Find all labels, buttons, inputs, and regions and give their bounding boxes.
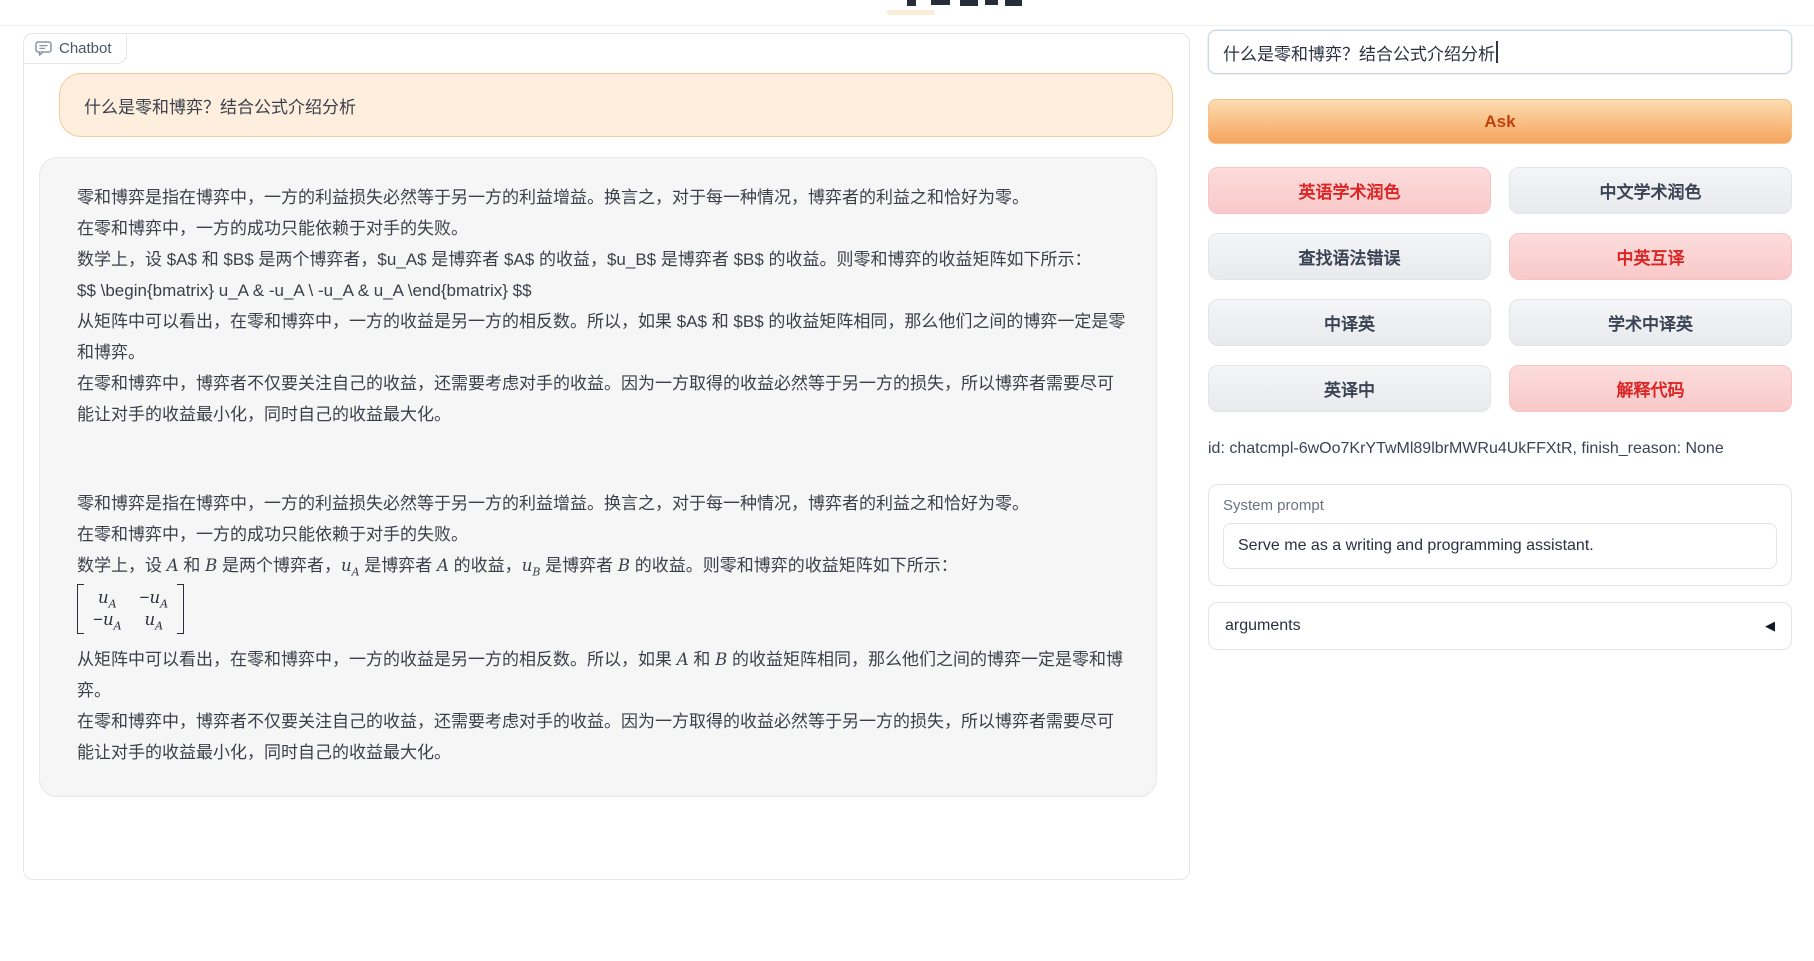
bot-message-bubble: 零和博弈是指在博弈中，一方的利益损失必然等于另一方的利益增益。换言之，对于每一种…: [39, 157, 1157, 797]
bot-paragraph: 零和博弈是指在博弈中，一方的利益损失必然等于另一方的利益增益。换言之，对于每一种…: [77, 182, 1126, 213]
control-column: 什么是零和博弈？结合公式介绍分析 Ask 英语学术润色中文学术润色查找语法错误中…: [1208, 30, 1792, 650]
user-message-bubble: 什么是零和博弈？结合公式介绍分析: [59, 73, 1173, 137]
system-prompt-label: System prompt: [1223, 497, 1777, 514]
bot-paragraph: 零和博弈是指在博弈中，一方的利益损失必然等于另一方的利益增益。换言之，对于每一种…: [77, 488, 1126, 519]
bot-paragraph: 在零和博弈中，一方的成功只能依赖于对手的失败。: [77, 519, 1126, 550]
system-prompt-value: Serve me as a writing and programming as…: [1238, 537, 1594, 555]
english-to-chinese-button[interactable]: 英译中: [1208, 365, 1491, 412]
top-divider: [0, 25, 1814, 26]
arguments-accordion[interactable]: arguments ◀: [1208, 602, 1792, 650]
clipped-page-title: [905, 0, 1027, 8]
bot-paragraph-math: 从矩阵中可以看出，在零和博弈中，一方的收益是另一方的相反数。所以，如果 A 和 …: [77, 644, 1126, 706]
academic-chinese-to-english-button[interactable]: 学术中译英: [1509, 299, 1792, 346]
system-prompt-input[interactable]: Serve me as a writing and programming as…: [1223, 523, 1777, 569]
chat-message-list: 什么是零和博弈？结合公式介绍分析 零和博弈是指在博弈中，一方的利益损失必然等于另…: [24, 34, 1189, 797]
system-prompt-group: System prompt Serve me as a writing and …: [1208, 484, 1792, 586]
bot-paragraph: $$ \begin{bmatrix} u_A & -u_A \ -u_A & u…: [77, 275, 1126, 306]
bot-paragraph: 在零和博弈中，博弈者不仅要关注自己的收益，还需要考虑对手的收益。因为一方取得的收…: [77, 368, 1126, 430]
question-input-value: 什么是零和博弈？结合公式介绍分析: [1223, 40, 1495, 65]
find-grammar-errors-button[interactable]: 查找语法错误: [1208, 233, 1491, 280]
ask-button[interactable]: Ask: [1208, 99, 1792, 144]
question-input[interactable]: 什么是零和博弈？结合公式介绍分析: [1208, 30, 1792, 74]
chatbot-panel: Chatbot 什么是零和博弈？结合公式介绍分析 零和博弈是指在博弈中，一方的利…: [23, 33, 1190, 880]
bot-rendered-matrix: uA−uA−uAuA: [77, 581, 1126, 644]
english-academic-polish-button[interactable]: 英语学术润色: [1208, 167, 1491, 214]
bot-paragraph: 在零和博弈中，一方的成功只能依赖于对手的失败。: [77, 213, 1126, 244]
chatbot-label-text: Chatbot: [59, 40, 112, 57]
collapse-triangle-icon: ◀: [1765, 618, 1775, 634]
bot-paragraph: 数学上，设 $A$ 和 $B$ 是两个博弈者，$u_A$ 是博弈者 $A$ 的收…: [77, 244, 1126, 275]
chatbot-label: Chatbot: [23, 33, 127, 64]
chinese-academic-polish-button[interactable]: 中文学术润色: [1509, 167, 1792, 214]
arguments-accordion-label: arguments: [1225, 617, 1301, 635]
bot-paragraph: 从矩阵中可以看出，在零和博弈中，一方的收益是另一方的相反数。所以，如果 $A$ …: [77, 306, 1126, 368]
text-cursor: [1496, 41, 1498, 63]
chinese-english-mutual-translate-button[interactable]: 中英互译: [1509, 233, 1792, 280]
chat-bubble-icon: [35, 41, 52, 56]
bot-paragraph-math: 数学上，设 A 和 B 是两个博弈者，uA 是博弈者 A 的收益，uB 是博弈者…: [77, 550, 1126, 581]
function-button-grid: 英语学术润色中文学术润色查找语法错误中英互译中译英学术中译英英译中解释代码: [1208, 167, 1792, 412]
clipped-title-highlight: [887, 10, 935, 15]
bot-paragraph: 在零和博弈中，博弈者不仅要关注自己的收益，还需要考虑对手的收益。因为一方取得的收…: [77, 706, 1126, 768]
bot-paragraph-gap: [77, 430, 1126, 488]
user-message-text: 什么是零和博弈？结合公式介绍分析: [84, 93, 356, 118]
explain-code-button[interactable]: 解释代码: [1509, 365, 1792, 412]
status-line: id: chatcmpl-6wOo7KrYTwMl89lbrMWRu4UkFFX…: [1208, 440, 1792, 458]
chinese-to-english-button[interactable]: 中译英: [1208, 299, 1491, 346]
